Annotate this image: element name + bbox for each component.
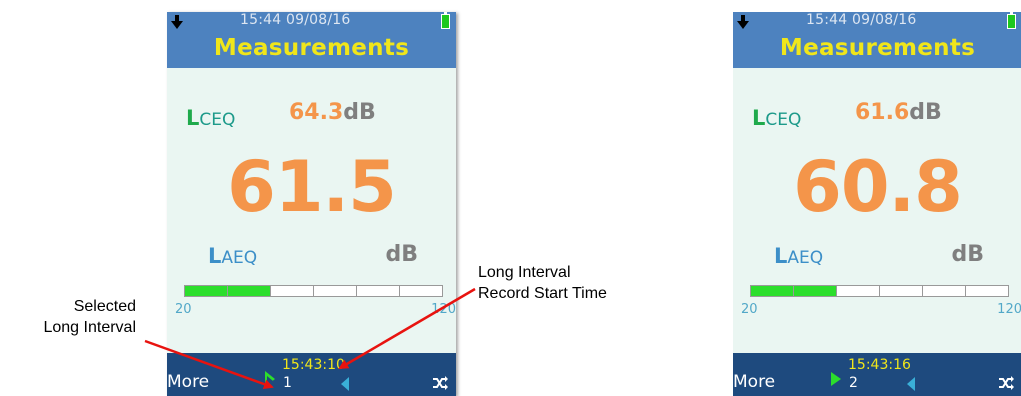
- laeq-letter: L: [774, 244, 788, 268]
- annotation-line: Long Interval: [43, 319, 136, 336]
- main-unit: dB: [951, 242, 984, 267]
- header-bar: 15:44 09/08/16 Measurements: [733, 12, 1021, 68]
- level-bar-segment: [837, 286, 880, 296]
- laeq-letter: L: [208, 244, 222, 268]
- lceq-value: 61.6: [855, 100, 910, 125]
- main-reading: 61.5: [227, 146, 397, 228]
- laeq-subscript: AEQ: [221, 248, 258, 268]
- more-button[interactable]: More: [733, 372, 775, 392]
- level-bar-segment: [880, 286, 923, 296]
- lceq-reading: 61.6dB: [855, 100, 942, 125]
- shuffle-icon[interactable]: [998, 376, 1014, 390]
- level-bar: [750, 285, 1009, 297]
- status-datetime: 15:44 09/08/16: [240, 12, 351, 28]
- annotation-line: Long Interval: [478, 264, 571, 281]
- page-title: Measurements: [779, 35, 976, 61]
- level-bar-segment: [400, 286, 442, 296]
- level-bar-max: 120: [431, 302, 456, 317]
- laeq-subscript: AEQ: [787, 248, 824, 268]
- lceq-letter: L: [752, 106, 766, 130]
- level-bar-segment: [923, 286, 966, 296]
- meter-screen-2: 15:44 09/08/16 Measurements LCEQ 61.6dB …: [733, 12, 1021, 396]
- interval-start-time: 15:43:10: [282, 357, 345, 373]
- lceq-unit: dB: [343, 100, 376, 125]
- page-title: Measurements: [213, 35, 410, 61]
- interval-number: 2: [849, 375, 858, 391]
- level-bar-segment: [185, 286, 228, 296]
- download-arrow-icon: [171, 15, 183, 29]
- laeq-label: LAEQ: [208, 244, 257, 268]
- level-bar-min: 20: [741, 302, 758, 317]
- lceq-subscript: CEQ: [199, 110, 236, 130]
- lceq-unit: dB: [909, 100, 942, 125]
- left-arrow-icon[interactable]: [906, 377, 916, 391]
- level-bar-segment: [228, 286, 271, 296]
- main-reading: 60.8: [793, 146, 963, 228]
- lceq-letter: L: [186, 106, 200, 130]
- header-bar: 15:44 09/08/16 Measurements: [167, 12, 456, 68]
- lceq-subscript: CEQ: [765, 110, 802, 130]
- level-bar-segment: [314, 286, 357, 296]
- play-marker-icon[interactable]: [829, 370, 843, 388]
- level-bar-segment: [966, 286, 1008, 296]
- annotation-line: Selected: [73, 298, 136, 315]
- level-bar-segment: [751, 286, 794, 296]
- main-unit: dB: [385, 242, 418, 267]
- selected-interval-marker-icon[interactable]: [263, 370, 277, 388]
- lceq-value: 64.3: [289, 100, 344, 125]
- level-bar-max: 120: [997, 302, 1021, 317]
- more-button[interactable]: More: [167, 372, 209, 392]
- interval-start-time: 15:43:16: [848, 357, 911, 373]
- footer-bar: More 15:43:10 1: [167, 353, 456, 396]
- laeq-label: LAEQ: [774, 244, 823, 268]
- level-bar-segment: [271, 286, 314, 296]
- interval-number: 1: [283, 375, 292, 391]
- meter-screen-1: 15:44 09/08/16 Measurements LCEQ 64.3dB …: [167, 12, 456, 396]
- battery-icon: [441, 12, 450, 29]
- level-bar-segment: [357, 286, 400, 296]
- lceq-label: LCEQ: [752, 106, 801, 130]
- annotation-line: Record Start Time: [478, 285, 607, 302]
- annotation-record-start-time: Long Interval Record Start Time: [478, 262, 678, 304]
- left-arrow-icon[interactable]: [340, 377, 350, 391]
- battery-icon: [1007, 12, 1016, 29]
- lceq-reading: 64.3dB: [289, 100, 376, 125]
- status-datetime: 15:44 09/08/16: [806, 12, 917, 28]
- level-bar-segment: [794, 286, 837, 296]
- download-arrow-icon: [737, 15, 749, 29]
- level-bar: [184, 285, 443, 297]
- annotation-selected-long-interval: Selected Long Interval: [0, 296, 136, 338]
- lceq-label: LCEQ: [186, 106, 235, 130]
- level-bar-min: 20: [175, 302, 192, 317]
- shuffle-icon[interactable]: [432, 376, 448, 390]
- footer-bar: More 15:43:16 2: [733, 353, 1021, 396]
